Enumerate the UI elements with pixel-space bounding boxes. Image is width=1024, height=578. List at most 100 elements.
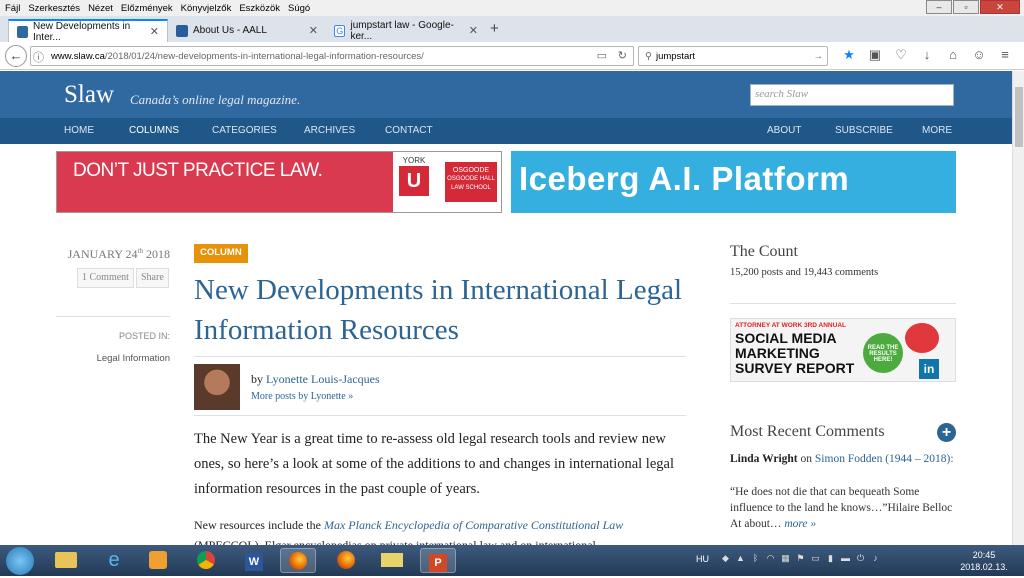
plus-circle-icon[interactable]: +	[937, 423, 956, 442]
column-badge[interactable]: COLUMN	[194, 244, 248, 263]
comment-post-link[interactable]: Simon Fodden (1944 – 2018):	[815, 453, 954, 465]
info-icon[interactable]: ⓘ	[33, 49, 44, 65]
menu-bookmarks[interactable]: Könyvjelzők	[178, 3, 235, 14]
firefox-second-icon[interactable]	[328, 548, 364, 573]
tab-new-developments[interactable]: New Developments in Inter... ✕	[8, 19, 168, 43]
osgoode-sub: OSGOODE HALL LAW SCHOOL	[447, 176, 495, 191]
start-button-icon[interactable]	[6, 547, 34, 575]
nav-more[interactable]: MORE	[922, 125, 952, 136]
author-avatar[interactable]	[194, 364, 240, 410]
iceberg-ad-banner[interactable]: Iceberg A.I. Platform	[511, 151, 956, 213]
linkedin-icon: in	[919, 359, 939, 379]
chrome-icon[interactable]	[188, 548, 224, 573]
page-scrollbar[interactable]	[1012, 71, 1024, 545]
comment-more-link[interactable]: more »	[784, 518, 816, 530]
shield-icon[interactable]: ◆	[718, 553, 733, 564]
tab-label: New Developments in Inter...	[32, 20, 131, 43]
maximize-button[interactable]: ▫	[953, 0, 979, 14]
powerpoint-icon[interactable]: P	[420, 548, 456, 573]
search-go-icon[interactable]: →	[814, 51, 824, 62]
site-header: Slaw Canada’s online legal magazine. sea…	[0, 71, 1012, 118]
tray-app-icon[interactable]: ▲	[733, 553, 748, 564]
media-player-icon[interactable]	[140, 548, 176, 573]
tab-google-search[interactable]: G jumpstart law - Google-ker... ✕	[326, 19, 486, 42]
signal-icon[interactable]: ▮	[823, 553, 838, 564]
menu-view[interactable]: Nézet	[85, 3, 116, 14]
network-icon[interactable]: ▦	[778, 553, 793, 564]
monitor-icon[interactable]: ▭	[808, 553, 823, 564]
ad-line: SURVEY REPORT	[735, 360, 855, 376]
social-media-survey-ad[interactable]: ATTORNEY AT WORK 3RD ANNUAL SOCIAL MEDIA…	[730, 318, 956, 382]
chat-icon[interactable]: ☺	[966, 47, 992, 63]
power-icon[interactable]: ⏻	[853, 553, 868, 564]
battery-icon[interactable]: ▬	[838, 553, 853, 564]
more-posts-link[interactable]: More posts by Lyonette »	[251, 391, 353, 402]
url-domain: www.slaw.ca	[51, 50, 105, 62]
bluetooth-icon[interactable]: ᛒ	[748, 553, 763, 564]
nav-about[interactable]: ABOUT	[767, 125, 801, 136]
hamburger-menu-icon[interactable]: ≡	[992, 47, 1018, 63]
folder-icon[interactable]	[374, 548, 410, 573]
home-icon[interactable]: ⌂	[940, 47, 966, 63]
comment-text: “He does not die that can bequeath Some …	[730, 486, 953, 530]
site-logo[interactable]: Slaw	[64, 81, 114, 109]
download-icon[interactable]: ↓	[914, 47, 940, 63]
site-search-input[interactable]: search Slaw	[750, 84, 954, 106]
back-arrow-icon[interactable]: ←	[5, 45, 27, 67]
bookmark-star-icon[interactable]: ★	[836, 47, 862, 63]
close-window-button[interactable]: ✕	[980, 0, 1020, 14]
comments-button[interactable]: 1 Comment	[77, 268, 134, 288]
nav-home[interactable]: HOME	[64, 125, 94, 136]
nav-subscribe[interactable]: SUBSCRIBE	[835, 125, 893, 136]
close-tab-icon[interactable]: ✕	[150, 25, 159, 38]
iceberg-ad-text: Iceberg A.I. Platform	[519, 160, 850, 197]
mpeccol-link[interactable]: Max Planck Encyclopedia of Comparative C…	[324, 518, 623, 532]
google-favicon-icon: G	[334, 24, 346, 37]
byline: by Lyonette Louis-Jacques	[251, 372, 380, 387]
commenter-name: Linda Wright	[730, 453, 798, 465]
menu-history[interactable]: Előzmények	[118, 3, 176, 14]
language-indicator[interactable]: HU	[696, 554, 709, 564]
wifi-icon[interactable]: ◠	[763, 553, 778, 564]
window-controls: – ▫ ✕	[925, 0, 1020, 14]
browser-search-box[interactable]: ⚲ jumpstart →	[638, 46, 828, 66]
nav-columns[interactable]: COLUMNS	[129, 125, 179, 136]
flag-icon[interactable]: ⚑	[793, 553, 808, 564]
clipboard-icon[interactable]: ▣	[862, 47, 888, 63]
post-date: JANUARY 24th 2018	[60, 247, 170, 262]
system-clock[interactable]: 20:45 2018.02.13.	[958, 549, 1010, 573]
tab-about-aall[interactable]: About Us - AALL ✕	[168, 19, 326, 42]
reader-view-icon[interactable]: ▭	[597, 49, 607, 62]
recent-comments-title: Most Recent Comments	[730, 423, 885, 440]
ad-line: MARKETING	[735, 345, 820, 361]
york-label: YORK	[402, 156, 426, 165]
nav-archives[interactable]: ARCHIVES	[304, 125, 355, 136]
nav-categories[interactable]: CATEGORIES	[212, 125, 277, 136]
ad-line: SOCIAL MEDIA	[735, 330, 837, 346]
url-bar[interactable]: ⓘ www.slaw.ca /2018/01/24/new-developmen…	[30, 46, 634, 66]
close-tab-icon[interactable]: ✕	[309, 24, 318, 37]
word-icon[interactable]: W	[236, 548, 272, 573]
new-tab-icon[interactable]: +	[490, 20, 499, 37]
internet-explorer-icon[interactable]: e	[96, 548, 132, 573]
share-button[interactable]: Share	[136, 268, 169, 288]
close-tab-icon[interactable]: ✕	[469, 24, 478, 37]
minimize-button[interactable]: –	[926, 0, 952, 14]
browser-search-value: jumpstart	[655, 50, 696, 62]
file-explorer-icon[interactable]	[48, 548, 84, 573]
menu-edit[interactable]: Szerkesztés	[25, 3, 83, 14]
category-link[interactable]: Legal Information	[56, 353, 170, 364]
pocket-icon[interactable]: ♡	[888, 47, 914, 63]
reload-icon[interactable]: ↻	[618, 49, 627, 62]
volume-icon[interactable]: ♪	[868, 553, 883, 564]
scrollbar-thumb[interactable]	[1015, 87, 1023, 147]
menu-file[interactable]: Fájl	[2, 3, 23, 14]
york-ad-banner[interactable]: DON’T JUST PRACTICE LAW. YORK U OSGOODE …	[56, 151, 502, 213]
para-text: New resources include the	[194, 518, 324, 532]
author-link[interactable]: Lyonette Louis-Jacques	[266, 372, 380, 386]
firefox-icon[interactable]	[280, 548, 316, 573]
menu-tools[interactable]: Eszközök	[236, 3, 283, 14]
menu-help[interactable]: Súgó	[285, 3, 313, 14]
site-nav: HOME COLUMNS CATEGORIES ARCHIVES CONTACT…	[0, 118, 1012, 144]
nav-contact[interactable]: CONTACT	[385, 125, 433, 136]
